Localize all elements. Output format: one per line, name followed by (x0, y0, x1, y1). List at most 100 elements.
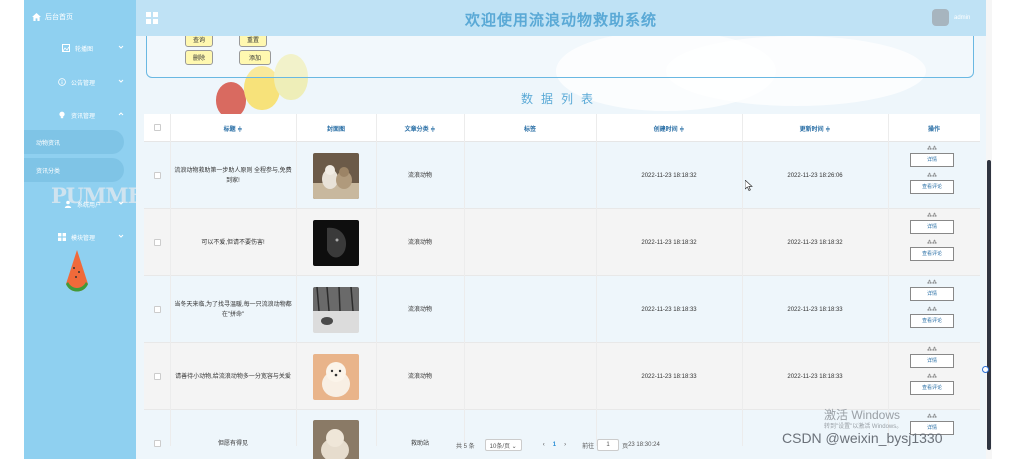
view-comments-button[interactable]: 查看评论 (910, 180, 954, 194)
row-tag (464, 209, 596, 276)
chevron-down-icon (118, 45, 124, 49)
sidebar-item-label: 轮播图 (75, 46, 94, 53)
sidebar: 后台首页 轮播图 公告管理 资讯管理 动物资讯 资讯分类 PUMMER 系统用户… (24, 0, 160, 459)
sidebar-item-modules[interactable]: 模块管理 (24, 225, 136, 249)
row-checkbox[interactable] (154, 306, 161, 313)
next-page-button[interactable]: › (564, 442, 566, 448)
mouse-cursor-icon (745, 180, 753, 191)
detail-button[interactable]: 详情 (910, 287, 954, 301)
row-category: 流浪动物 (407, 239, 432, 246)
scrollbar-thumb[interactable] (987, 160, 991, 450)
section-title: 数据列表 (520, 92, 601, 106)
current-page[interactable]: 1 (553, 442, 556, 448)
cover-image-black-dog[interactable] (313, 219, 359, 266)
row-tag (464, 142, 596, 209)
column-header-category[interactable]: 文章分类 ≑ (376, 114, 464, 142)
sidebar-item-news[interactable]: 资讯管理 (24, 103, 136, 127)
prev-page-button[interactable]: ‹ (543, 442, 545, 448)
username[interactable]: admin (954, 15, 970, 21)
row-title: 但愿有得见 (217, 440, 248, 447)
select-all-checkbox[interactable] (154, 124, 161, 131)
goto-label: 前往 (582, 443, 595, 450)
main-content: 查询 重置 删除 添加 数据列表 标题 ≑ 封面图 文章分类 ≑ 标签 创建时间… (136, 36, 986, 459)
row-cover (296, 343, 376, 410)
detail-button[interactable]: 详情 (910, 354, 954, 368)
pagination-total: 共 5 条 (456, 443, 475, 450)
view-comments-button[interactable]: 查看评论 (910, 381, 954, 395)
row-category: 救助站 (410, 440, 429, 447)
ribbon-decoration-icon: ⁂⁂ (927, 213, 937, 219)
row-actions: ⁂⁂ 详情 ⁂⁂ 查看评论 (888, 209, 980, 276)
row-checkbox[interactable] (154, 373, 161, 380)
query-button[interactable]: 查询 (185, 36, 213, 47)
reset-button[interactable]: 重置 (239, 36, 267, 47)
ribbon-decoration-icon: ⁂⁂ (927, 347, 937, 353)
ribbon-decoration-icon: ⁂⁂ (927, 173, 937, 179)
row-checkbox[interactable] (154, 239, 161, 246)
cover-image-snow[interactable] (313, 286, 359, 333)
column-divider (376, 114, 377, 446)
column-divider (170, 114, 171, 446)
chevron-down-icon (118, 201, 124, 205)
avatar[interactable] (932, 9, 949, 26)
column-divider (464, 114, 465, 446)
row-created: 2022-11-23 18:18:33 (641, 373, 697, 380)
view-comments-button[interactable]: 查看评论 (910, 247, 954, 261)
chevron-down-icon (118, 79, 124, 83)
sidebar-item-label: 资讯管理 (71, 113, 96, 120)
sidebar-item-users[interactable]: 系统用户 (24, 192, 136, 216)
row-checkbox[interactable] (154, 440, 161, 447)
view-comments-button[interactable]: 查看评论 (910, 314, 954, 328)
row-created: 2022-11-23 18:18:33 (641, 306, 697, 313)
row-created: 2022-11-23 18:18:32 (641, 172, 697, 179)
home-icon (32, 13, 41, 21)
goto-page-input[interactable]: 1 (597, 439, 620, 451)
column-header-title[interactable]: 标题 ≑ (170, 114, 296, 142)
sidebar-subitem-label: 资讯分类 (36, 168, 61, 175)
table-row: 流浪动物救助第一步助人原则 全程参与,免费到家! 流浪动物 2022-11-23… (144, 142, 980, 209)
sidebar-subitem-animal-news[interactable]: 动物资讯 (24, 130, 124, 154)
detail-button[interactable]: 详情 (910, 220, 954, 234)
page-size-select[interactable]: 10条/页 ⌄ (484, 439, 522, 451)
cover-image-dog[interactable] (313, 420, 359, 459)
ribbon-decoration-icon: ⁂⁂ (927, 414, 937, 420)
sidebar-item-label: 系统用户 (77, 202, 102, 209)
sidebar-item-carousel[interactable]: 轮播图 (24, 36, 136, 60)
row-cover (296, 276, 376, 343)
chevron-up-icon (118, 112, 124, 116)
row-checkbox[interactable] (154, 172, 161, 179)
image-icon (62, 44, 70, 52)
info-icon (58, 78, 66, 86)
row-title: 流浪动物救助第一步助人原则 全程参与,免费到家! (174, 167, 292, 184)
row-category: 流浪动物 (407, 306, 432, 313)
row-category: 流浪动物 (407, 373, 432, 380)
cover-image-puppy[interactable] (313, 353, 359, 400)
column-header-actions: 操作 (927, 126, 940, 133)
row-updated: 2022-11-23 18:18:33 (787, 306, 843, 313)
cover-image-cats[interactable] (313, 152, 359, 199)
row-created-fragment: 23 18:30:24 (628, 442, 660, 448)
add-button[interactable]: 添加 (239, 50, 271, 65)
sidebar-item-notice[interactable]: 公告管理 (24, 70, 136, 94)
grid-icon (58, 233, 66, 241)
row-actions: ⁂⁂ 详情 ⁂⁂ 查看评论 (888, 276, 980, 343)
row-updated: 2022-11-23 18:26:06 (787, 172, 843, 179)
column-header-updated[interactable]: 更新时间 ≑ (742, 114, 888, 142)
delete-button[interactable]: 删除 (185, 50, 213, 65)
table-row: 可以不爱,但请不要伤害! 流浪动物 2022-11-23 18:18:32 20… (144, 209, 980, 276)
column-divider (296, 114, 297, 446)
scroll-handle[interactable] (982, 366, 989, 373)
column-header-created[interactable]: 创建时间 ≑ (596, 114, 742, 142)
table-header: 标题 ≑ 封面图 文章分类 ≑ 标签 创建时间 ≑ 更新时间 ≑ 操作 (144, 114, 980, 142)
sidebar-home[interactable]: 后台首页 (24, 0, 136, 34)
sidebar-subitem-news-category[interactable]: 资讯分类 (24, 158, 124, 182)
sidebar-item-label: 模块管理 (71, 235, 96, 242)
ribbon-decoration-icon: ⁂⁂ (927, 146, 937, 152)
csdn-watermark: CSDN @weixin_bysj1330 (782, 430, 943, 446)
row-title: 请善待小动物,给流浪动物多一分宽容与关爱 (175, 373, 291, 380)
sidebar-item-label: 公告管理 (71, 80, 96, 87)
detail-button[interactable]: 详情 (910, 153, 954, 167)
table-row: 请善待小动物,给流浪动物多一分宽容与关爱 流浪动物 2022-11-23 18:… (144, 343, 980, 410)
row-cover (296, 209, 376, 276)
ribbon-decoration-icon: ⁂⁂ (927, 374, 937, 380)
